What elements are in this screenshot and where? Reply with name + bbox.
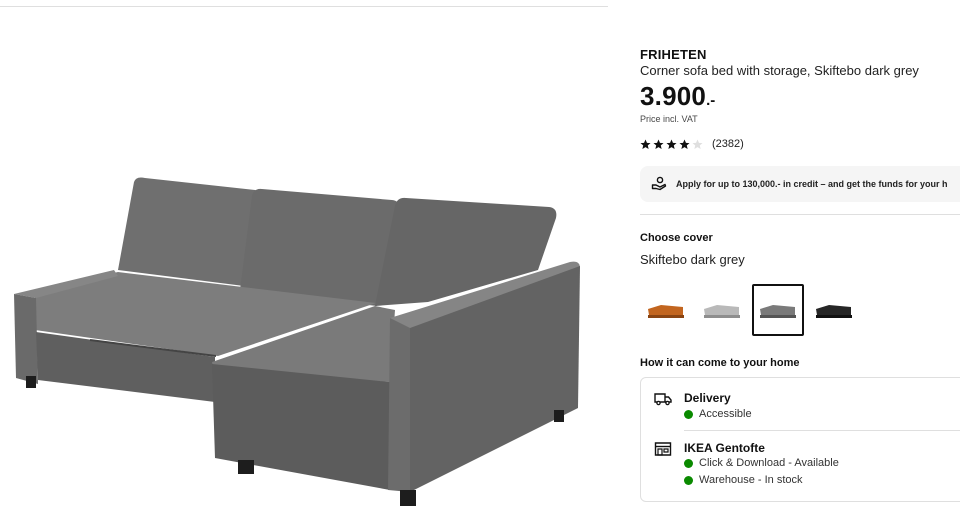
price: 3.900 .- (640, 81, 715, 112)
sofa-swatch-icon (816, 305, 852, 318)
delivery-option-title: Delivery (684, 391, 731, 405)
divider (640, 214, 960, 215)
store-status-text: Warehouse - In stock (699, 474, 803, 486)
star-empty-icon (692, 139, 703, 149)
credit-banner[interactable]: Apply for up to 130,000.- in credit – an… (640, 166, 960, 202)
product-name: FRIHETEN (640, 47, 707, 62)
star-filled-icon (653, 139, 664, 149)
sofa-swatch-icon (704, 305, 740, 318)
status-dot (684, 409, 693, 419)
store-status-text: Click & Download - Available (699, 457, 839, 469)
rating[interactable]: (2382) (640, 138, 744, 150)
price-suffix: .- (706, 92, 716, 109)
credit-banner-text: Apply for up to 130,000.- in credit – an… (676, 179, 948, 189)
star-filled-icon (666, 139, 677, 149)
cover-swatch-black[interactable] (808, 284, 860, 336)
product-info-panel: FRIHETEN Corner sofa bed with storage, S… (640, 0, 960, 518)
rating-stars (640, 139, 703, 150)
star-filled-icon (679, 139, 690, 149)
delivery-status-text: Accessible (699, 408, 752, 420)
cover-heading: Choose cover (640, 232, 713, 244)
cover-swatch-light-grey[interactable] (696, 284, 748, 336)
sofa-swatch-icon (760, 305, 796, 318)
rating-count: (2382) (712, 138, 744, 150)
cover-selected-label: Skiftebo dark grey (640, 252, 745, 267)
sofa-swatch-icon (648, 305, 684, 318)
hand-coin-icon (651, 176, 667, 191)
status-dot (684, 458, 693, 468)
delivery-options: Delivery Accessible IKEA Gentofte Click … (640, 377, 960, 502)
status-dot (684, 475, 693, 485)
store-option-title: IKEA Gentofte (684, 441, 765, 455)
truck-icon (654, 393, 672, 406)
product-image[interactable] (0, 160, 600, 518)
product-description: Corner sofa bed with storage, Skiftebo d… (640, 63, 919, 78)
price-note: Price incl. VAT (640, 114, 698, 124)
store-status-warehouse: Warehouse - In stock (684, 474, 803, 486)
cover-swatch-orange-brown[interactable] (640, 284, 692, 336)
star-filled-icon (640, 139, 651, 149)
delivery-heading: How it can come to your home (640, 357, 800, 369)
price-amount: 3.900 (640, 81, 707, 111)
cover-swatch-dark-grey[interactable] (752, 284, 804, 336)
store-icon (654, 442, 672, 456)
delivery-status: Accessible (684, 408, 752, 420)
row-divider (684, 430, 960, 431)
store-status-click-download: Click & Download - Available (684, 457, 839, 469)
top-divider (0, 6, 608, 7)
